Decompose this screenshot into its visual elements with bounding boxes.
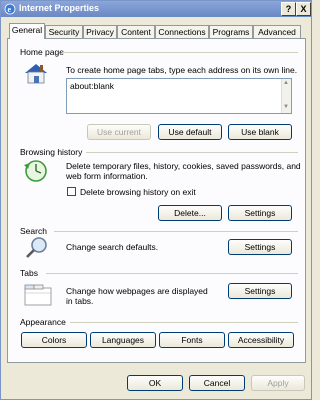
svg-text:e: e bbox=[8, 5, 12, 14]
appearance-legend: Appearance bbox=[20, 317, 66, 327]
use-default-button[interactable]: Use default bbox=[158, 124, 222, 140]
tab-general[interactable]: General bbox=[9, 23, 45, 39]
title-bar[interactable]: e Internet Properties ? X bbox=[1, 1, 311, 17]
tab-content[interactable]: Content bbox=[117, 25, 155, 38]
appearance-divider bbox=[70, 322, 298, 323]
tabs-description: Change how webpages are displayed in tab… bbox=[66, 286, 208, 306]
browsing-history-divider bbox=[86, 152, 298, 153]
close-button[interactable]: X bbox=[296, 2, 311, 16]
use-current-button[interactable]: Use current bbox=[87, 124, 151, 140]
help-button[interactable]: ? bbox=[281, 2, 296, 16]
tab-connections[interactable]: Connections bbox=[155, 25, 209, 38]
search-divider bbox=[54, 231, 298, 232]
tab-advanced[interactable]: Advanced bbox=[253, 25, 301, 38]
browsing-history-legend: Browsing history bbox=[20, 147, 83, 157]
scroll-up-icon[interactable]: ▲ bbox=[283, 80, 289, 86]
home-page-legend: Home page bbox=[20, 47, 64, 57]
scroll-down-icon[interactable]: ▼ bbox=[283, 104, 289, 110]
tabs-legend: Tabs bbox=[20, 268, 38, 278]
delete-on-exit-checkbox[interactable] bbox=[67, 187, 76, 196]
home-page-scrollbar[interactable]: ▲ ▼ bbox=[281, 79, 291, 113]
tabs-divider bbox=[46, 273, 298, 274]
general-tab-panel: Home page To create home page tabs, type… bbox=[7, 38, 306, 363]
ok-button[interactable]: OK bbox=[127, 375, 183, 391]
history-settings-button[interactable]: Settings bbox=[228, 205, 292, 221]
home-page-address-value: about:blank bbox=[70, 81, 114, 91]
tab-programs[interactable]: Programs bbox=[209, 25, 253, 38]
internet-explorer-icon: e bbox=[4, 3, 16, 15]
search-legend: Search bbox=[20, 226, 47, 236]
use-blank-button[interactable]: Use blank bbox=[228, 124, 292, 140]
search-settings-button[interactable]: Settings bbox=[228, 239, 292, 255]
home-page-address-field[interactable]: about:blank ▲ ▼ bbox=[66, 78, 292, 114]
home-page-description: To create home page tabs, type each addr… bbox=[66, 65, 298, 75]
tab-security[interactable]: Security bbox=[45, 25, 83, 38]
accessibility-button[interactable]: Accessibility bbox=[228, 332, 294, 348]
apply-button[interactable]: Apply bbox=[251, 375, 305, 391]
home-page-divider bbox=[62, 52, 298, 53]
browsing-history-description: Delete temporary files, history, cookies… bbox=[66, 161, 301, 181]
languages-button[interactable]: Languages bbox=[90, 332, 156, 348]
colors-button[interactable]: Colors bbox=[21, 332, 87, 348]
house-icon bbox=[25, 64, 47, 84]
tab-privacy[interactable]: Privacy bbox=[83, 25, 117, 38]
delete-history-button[interactable]: Delete... bbox=[158, 205, 222, 221]
tabs-settings-button[interactable]: Settings bbox=[228, 283, 292, 299]
history-clock-icon bbox=[24, 160, 47, 182]
delete-on-exit-label[interactable]: Delete browsing history on exit bbox=[80, 187, 196, 197]
internet-properties-window: e Internet Properties ? X General Securi… bbox=[0, 0, 312, 400]
tabbed-window-icon bbox=[24, 284, 52, 306]
cancel-button[interactable]: Cancel bbox=[189, 375, 245, 391]
window-title: Internet Properties bbox=[19, 3, 100, 13]
magnifier-icon bbox=[26, 237, 47, 258]
search-description: Change search defaults. bbox=[66, 242, 159, 252]
fonts-button[interactable]: Fonts bbox=[159, 332, 225, 348]
